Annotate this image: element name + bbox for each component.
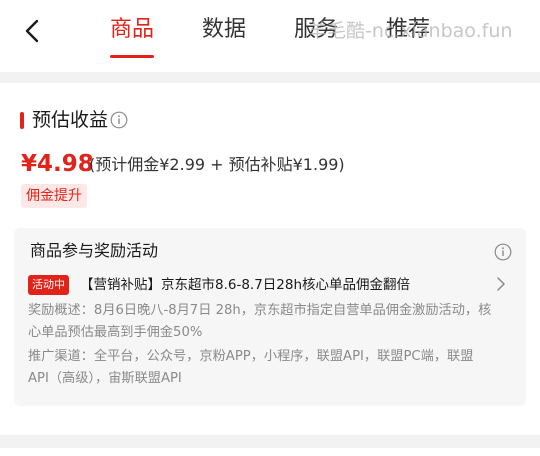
channel-line-2: API（高级），宙斯联盟API — [28, 371, 182, 386]
tab-goods[interactable]: 商品 — [110, 14, 154, 46]
earnings-title: 预估收益 — [32, 109, 109, 131]
watermark: 羊毛酷-nc.xianbao.fun — [308, 20, 513, 42]
active-tab-indicator — [110, 55, 154, 58]
promotion-title: 商品参与奖励活动 — [30, 241, 159, 260]
overview-line-1: 奖励概述：8月6日晚八-8月7日 28h，京东超市指定自营单品佣金激励活动，核 — [28, 303, 492, 318]
section-accent-bar — [20, 112, 24, 129]
chevron-right-icon[interactable] — [494, 275, 508, 293]
earnings-total: ¥4.98 — [21, 151, 94, 177]
earnings-breakdown: (预计佣金¥2.99 + 预估补贴¥1.99) — [89, 155, 345, 174]
promotion-panel[interactable]: 商品参与奖励活动 活动中 【营销补贴】京东超市8.6-8.7日28h核心单品佣金… — [14, 228, 526, 406]
info-circle-icon[interactable] — [494, 243, 512, 261]
info-circle-icon[interactable] — [110, 111, 128, 129]
channel-line-1: 推广渠道：全平台，公众号，京粉APP，小程序，联盟API，联盟PC端，联盟 — [28, 349, 474, 364]
status-badge: 活动中 — [28, 275, 69, 295]
chevron-left-icon[interactable] — [18, 16, 48, 46]
commission-up-badge: 佣金提升 — [21, 184, 87, 208]
activity-name[interactable]: 【营销补贴】京东超市8.6-8.7日28h核心单品佣金翻倍 — [80, 274, 410, 296]
tab-data[interactable]: 数据 — [202, 14, 246, 46]
overview-line-2: 心单品预估最高到手佣金50% — [28, 325, 203, 340]
top-nav-bar: 商品 数据 服务 推荐 羊毛酷-nc.xianbao.fun — [0, 0, 540, 72]
next-section — [0, 448, 540, 456]
